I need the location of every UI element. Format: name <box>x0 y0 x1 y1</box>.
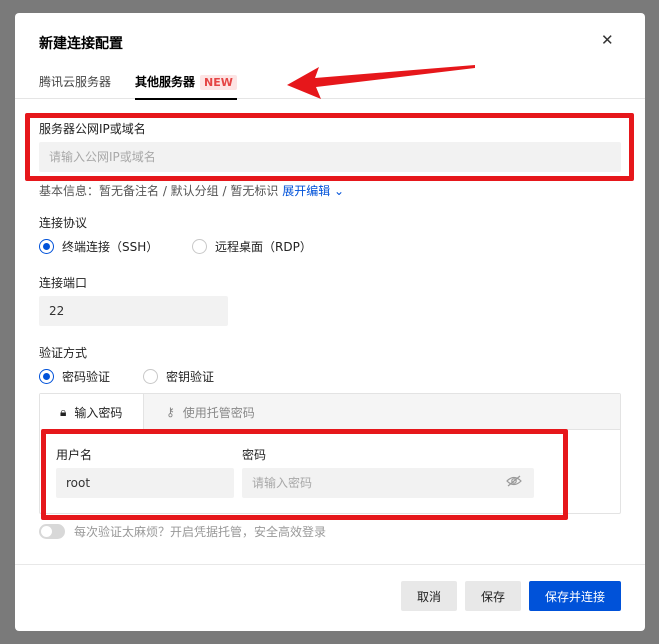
basic-info-text: 基本信息：暂无备注名 / 默认分组 / 暂无标识 <box>39 184 279 198</box>
close-icon[interactable]: ✕ <box>601 31 614 49</box>
new-connection-dialog: 新建连接配置 ✕ 腾讯云服务器 其他服务器NEW 服务器公网IP或域名 基本信息… <box>15 13 645 631</box>
lock-icon: 🔒︎ <box>60 405 67 419</box>
chevron-down-icon: ⌄ <box>334 184 345 198</box>
tab-other-server-label: 其他服务器 <box>135 75 196 89</box>
credential-hosting-text: 每次验证太麻烦？开启凭据托管，安全高效登录 <box>74 525 327 539</box>
basic-info-line: 基本信息：暂无备注名 / 默认分组 / 暂无标识 展开编辑 ⌄ <box>39 182 344 199</box>
tab-managed-password-label: 使用托管密码 <box>182 405 255 420</box>
radio-selected-icon <box>39 239 54 254</box>
expand-edit-label: 展开编辑 <box>282 184 331 198</box>
radio-selected-icon <box>39 369 54 384</box>
save-and-connect-button[interactable]: 保存并连接 <box>529 581 621 611</box>
protocol-rdp-radio[interactable]: 远程桌面（RDP） <box>192 238 312 255</box>
radio-unselected-icon <box>143 369 158 384</box>
credential-hosting-toggle[interactable] <box>39 524 65 539</box>
port-input[interactable] <box>39 296 228 326</box>
auth-method-label: 验证方式 <box>39 346 88 360</box>
cancel-button[interactable]: 取消 <box>401 581 457 611</box>
expand-edit-link[interactable]: 展开编辑 ⌄ <box>282 184 344 198</box>
protocol-ssh-radio[interactable]: 终端连接（SSH） <box>39 238 158 255</box>
auth-key-radio[interactable]: 密钥验证 <box>143 368 214 385</box>
annotation-box-server-address <box>25 113 634 181</box>
dialog-footer: 取消 保存 保存并连接 <box>15 564 645 631</box>
tab-enter-password[interactable]: 🔒︎ 输入密码 <box>40 394 144 431</box>
annotation-arrow-icon <box>287 65 475 99</box>
credential-panel-tabs: 🔒︎ 输入密码 ⚷ 使用托管密码 <box>40 394 620 431</box>
dialog-title: 新建连接配置 <box>39 36 123 52</box>
auth-password-label: 密码验证 <box>62 370 111 384</box>
auth-key-label: 密钥验证 <box>166 370 215 384</box>
protocol-ssh-label: 终端连接（SSH） <box>62 240 159 254</box>
annotation-box-credentials <box>41 429 568 520</box>
credential-hosting-row: 每次验证太麻烦？开启凭据托管，安全高效登录 <box>39 523 326 540</box>
new-badge: NEW <box>200 75 237 90</box>
radio-unselected-icon <box>192 239 207 254</box>
tab-other-server[interactable]: 其他服务器 NEW <box>135 73 237 100</box>
port-label: 连接端口 <box>39 276 88 290</box>
auth-password-radio[interactable]: 密码验证 <box>39 368 110 385</box>
save-button[interactable]: 保存 <box>465 581 521 611</box>
tab-tencent-cloud-server[interactable]: 腾讯云服务器 <box>39 73 111 99</box>
tab-managed-password[interactable]: ⚷ 使用托管密码 <box>166 394 255 430</box>
key-icon: ⚷ <box>166 405 175 419</box>
tab-enter-password-label: 输入密码 <box>74 406 123 420</box>
protocol-rdp-label: 远程桌面（RDP） <box>215 240 312 254</box>
protocol-label: 连接协议 <box>39 216 88 230</box>
